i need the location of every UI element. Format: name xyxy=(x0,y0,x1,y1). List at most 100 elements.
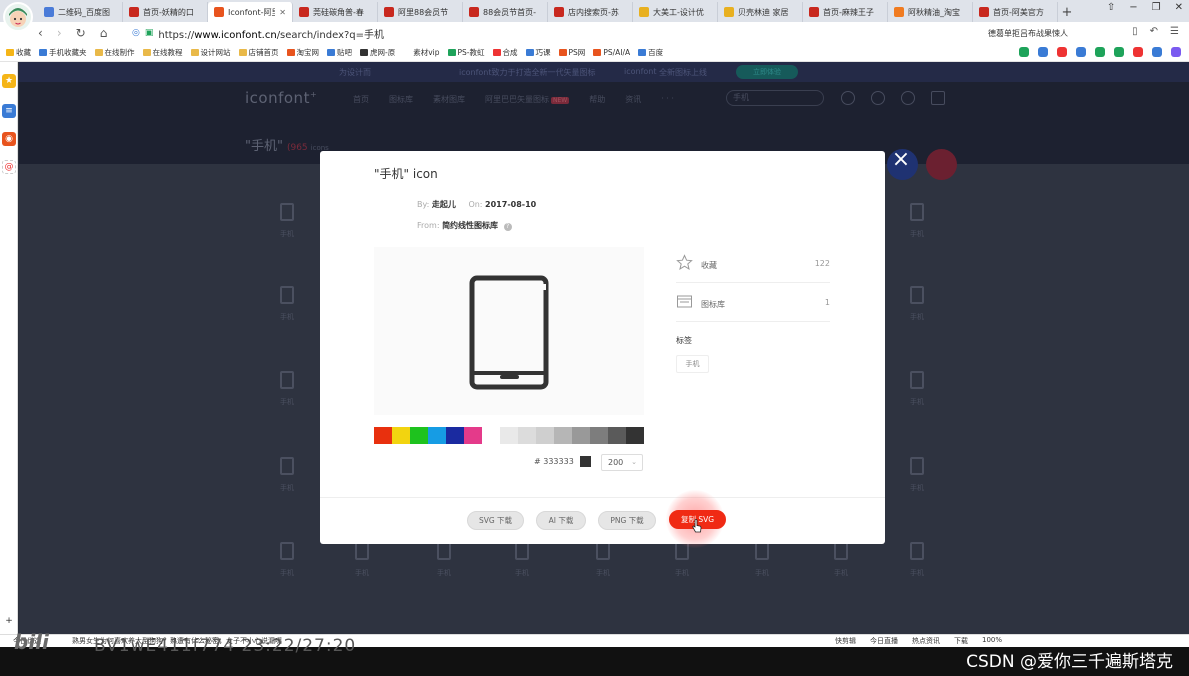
back-icon[interactable]: ‹ xyxy=(38,26,43,40)
close-window-button[interactable]: ✕ xyxy=(1175,2,1183,13)
bookmark-item[interactable]: 合成 xyxy=(492,47,518,58)
menu-icon[interactable]: ☰ xyxy=(1170,26,1179,37)
color-value[interactable]: # 333333 xyxy=(534,456,591,467)
bookmark-item[interactable]: 店铺首页 xyxy=(238,47,279,58)
phone-result-icon[interactable] xyxy=(280,542,294,560)
url-field[interactable]: ◎ ▣ https://www.iconfont.cn/search/index… xyxy=(132,24,922,42)
site-search-input[interactable]: 手机 xyxy=(726,90,824,106)
mail-icon[interactable]: @ xyxy=(2,160,16,174)
extension-icon[interactable] xyxy=(1057,47,1067,57)
browser-tab[interactable]: 大美工-设计优 xyxy=(633,2,718,22)
user-avatar[interactable] xyxy=(3,2,33,32)
extension-icon[interactable] xyxy=(1095,47,1105,57)
new-tab-button[interactable]: + xyxy=(1058,2,1076,22)
top-nav-item[interactable]: 资讯 xyxy=(625,94,641,105)
float-action-red[interactable] xyxy=(926,149,957,180)
extension-icon[interactable] xyxy=(1152,47,1162,57)
bookmark-item[interactable]: PS网 xyxy=(558,47,585,58)
extension-icon[interactable] xyxy=(1019,47,1029,57)
bookmark-item[interactable]: 百度 xyxy=(638,47,663,58)
ai-download-button[interactable]: AI 下载 xyxy=(536,511,586,530)
cart-icon[interactable] xyxy=(931,91,945,105)
top-nav-item[interactable]: 阿里巴巴矢量图标 NEW xyxy=(485,94,570,105)
extension-icon[interactable] xyxy=(1114,47,1124,57)
author-name[interactable]: 走起儿 xyxy=(432,200,456,209)
forward-icon[interactable]: › xyxy=(57,26,62,40)
browser-search-input[interactable]: 德葛单拒吕布战果悚人 xyxy=(984,25,1104,41)
phone-result-icon[interactable] xyxy=(755,542,769,560)
status-item[interactable]: 热点资讯 xyxy=(912,636,940,646)
phone-result-icon[interactable] xyxy=(280,286,294,304)
color-swatch[interactable] xyxy=(464,427,482,444)
bookmark-item[interactable]: 巧课 xyxy=(525,47,551,58)
stat-libraries[interactable]: 图标库 1 xyxy=(676,284,830,322)
notes-icon[interactable]: ≡ xyxy=(2,104,16,118)
browser-tab[interactable]: 首页-妖精的口 xyxy=(123,2,208,22)
minimize-button[interactable]: − xyxy=(1129,2,1137,13)
upload-icon[interactable] xyxy=(871,91,885,105)
phone-result-icon[interactable] xyxy=(596,542,610,560)
iconfont-logo[interactable]: iconfont+ xyxy=(245,89,317,107)
library-link[interactable]: 简约线性图标库 xyxy=(442,221,498,230)
phone-result-icon[interactable] xyxy=(910,457,924,475)
color-swatch[interactable] xyxy=(518,427,536,444)
browser-tab[interactable]: 店内搜索页-苏 xyxy=(548,2,633,22)
color-swatch[interactable] xyxy=(572,427,590,444)
color-swatch[interactable] xyxy=(590,427,608,444)
tab-close-icon[interactable]: ✕ xyxy=(279,8,286,17)
top-nav-item[interactable]: 首页 xyxy=(353,94,369,105)
phone-result-icon[interactable] xyxy=(910,371,924,389)
color-swatch[interactable] xyxy=(608,427,626,444)
phone-result-icon[interactable] xyxy=(910,542,924,560)
browser-tab[interactable]: 首页-阿美官方 xyxy=(973,2,1058,22)
browser-tab[interactable]: 阿里88会员节 xyxy=(378,2,463,22)
color-swatch[interactable] xyxy=(626,427,644,444)
stat-favorites[interactable]: 收藏 122 xyxy=(676,245,830,283)
star-icon[interactable]: ★ xyxy=(2,74,16,88)
status-item[interactable]: 下载 xyxy=(954,636,968,646)
phone-result-icon[interactable] xyxy=(437,542,451,560)
bookmark-item[interactable]: PS/AI/A xyxy=(593,48,630,57)
top-nav-item[interactable]: 素材图库 xyxy=(433,94,465,105)
phone-result-icon[interactable] xyxy=(910,203,924,221)
browser-tab[interactable]: 贝壳林迪 家居 xyxy=(718,2,803,22)
color-chip[interactable] xyxy=(579,456,591,467)
color-swatch[interactable] xyxy=(428,427,446,444)
browser-tab[interactable]: 二维码_百度图 xyxy=(38,2,123,22)
pin-icon[interactable]: ⇧ xyxy=(1107,2,1115,13)
svg-download-button[interactable]: SVG 下载 xyxy=(467,511,524,530)
phone-result-icon[interactable] xyxy=(280,203,294,221)
status-item[interactable]: 今日直播 xyxy=(870,636,898,646)
bookmark-item[interactable]: 淘宝网 xyxy=(286,47,319,58)
weibo-icon[interactable]: ◉ xyxy=(2,132,16,146)
browser-tab[interactable]: 莞硅碳角普-春 xyxy=(293,2,378,22)
extension-icon[interactable] xyxy=(1076,47,1086,57)
browser-tab[interactable]: 阿秋精油_淘宝 xyxy=(888,2,973,22)
modal-close-icon[interactable]: × xyxy=(890,149,912,171)
color-swatch[interactable] xyxy=(500,427,518,444)
bookmark-item[interactable]: 手机收藏夹 xyxy=(39,47,87,58)
browser-tab[interactable]: Iconfont-阿里 ✕ xyxy=(208,2,293,22)
color-swatch[interactable] xyxy=(446,427,464,444)
bookmark-item[interactable]: 在线制作 xyxy=(94,47,135,58)
user-icon[interactable] xyxy=(841,91,855,105)
phone-result-icon[interactable] xyxy=(355,542,369,560)
promo-button[interactable]: 立即体验 xyxy=(736,65,798,79)
reload-icon[interactable]: ↻ xyxy=(76,26,86,40)
status-item[interactable]: 100% xyxy=(982,636,1002,646)
color-swatch[interactable] xyxy=(536,427,554,444)
bookmark-item[interactable]: 设计网站 xyxy=(190,47,231,58)
extension-icon[interactable] xyxy=(1133,47,1143,57)
top-nav-item[interactable]: 图标库 xyxy=(389,94,413,105)
color-swatch[interactable] xyxy=(410,427,428,444)
more-nav-icon[interactable]: · · · xyxy=(661,94,674,105)
bookmark-item[interactable]: 素材vip xyxy=(403,47,440,58)
help-icon[interactable]: ? xyxy=(503,223,512,231)
add-icon[interactable]: + xyxy=(2,614,16,628)
browser-tab[interactable]: 88会员节首页- xyxy=(463,2,548,22)
undo-icon[interactable]: ↶ xyxy=(1150,26,1158,37)
color-swatch[interactable] xyxy=(554,427,572,444)
phone-result-icon[interactable] xyxy=(910,286,924,304)
bookmark-item[interactable]: 在线教程 xyxy=(142,47,183,58)
restore-button[interactable]: ❐ xyxy=(1152,2,1161,13)
